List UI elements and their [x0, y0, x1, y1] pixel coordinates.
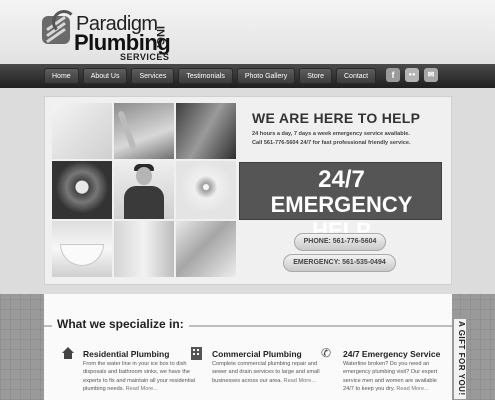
plumber-body-shape [124, 186, 164, 219]
logo-swoosh-icon [52, 10, 76, 34]
hero-subtitle: 24 hours a day, 7 days a week emergency … [252, 130, 444, 148]
nav-services[interactable]: Services [131, 68, 175, 84]
gift-tab-label: A GIFT FOR YOU! [457, 321, 466, 396]
hero-title: WE ARE HERE TO HELP [252, 110, 421, 126]
bathroom-fixtures-photo [52, 103, 112, 159]
nav-photo-gallery[interactable]: Photo Gallery [236, 68, 296, 84]
emergency-hours: 24/7 [318, 166, 365, 193]
logo-tagline: SERVICES [120, 52, 170, 62]
nav-store[interactable]: Store [299, 68, 332, 84]
site-header: Paradigm Plumbing INC. SERVICES [0, 0, 495, 64]
commercial-plumbing-description: Complete commercial plumbing repair and … [212, 360, 324, 385]
nav-testimonials[interactable]: Testimonials [178, 68, 233, 84]
flickr-icon[interactable]: ●● [405, 68, 419, 82]
main-nav: Home About Us Services Testimonials Phot… [44, 68, 377, 84]
sink-drain-photo [176, 161, 236, 219]
hero-subtitle-line-2: Call 561-776-5604 24/7 for fast professi… [252, 140, 411, 146]
emergency-help-panel: 24/7 EMERGENCY HELP [239, 162, 442, 243]
house-icon [62, 347, 74, 359]
pipe-repair-photo [114, 221, 174, 277]
emergency-service-description: Waterline broken? Do you need an emergen… [343, 360, 443, 393]
facebook-icon[interactable]: f [386, 68, 400, 82]
main-nav-bar: Home About Us Services Testimonials Phot… [0, 64, 495, 88]
residential-plumbing-link[interactable]: Residential Plumbing [83, 349, 169, 359]
chat-icon[interactable]: ✉ [424, 68, 438, 82]
residential-read-more-link[interactable]: Read More... [126, 386, 158, 392]
commercial-read-more-link[interactable]: Read More... [284, 378, 316, 384]
nav-about-us[interactable]: About Us [82, 68, 128, 84]
hero-subtitle-line-1: 24 hours a day, 7 days a week emergency … [252, 131, 410, 137]
pipe-wrench-photo [176, 103, 236, 159]
plumber-head-shape [136, 167, 152, 185]
logo-suffix: INC. [154, 26, 166, 48]
phone-number-button[interactable]: PHONE: 561-776-5604 [294, 233, 386, 251]
phone-icon: ✆ [321, 346, 332, 360]
logo[interactable]: Paradigm Plumbing INC. SERVICES [42, 10, 177, 62]
drain-pipe-photo [52, 161, 112, 219]
residential-plumbing-description: From the water line in your ice box to d… [83, 360, 195, 393]
nav-contact[interactable]: Contact [336, 68, 377, 84]
emergency-service-link[interactable]: 24/7 Emergency Service [343, 349, 440, 359]
services-heading: What we specialize in: [52, 317, 189, 331]
social-links: f ●● ✉ [386, 68, 438, 82]
nav-home[interactable]: Home [44, 68, 79, 84]
emergency-number-button[interactable]: EMERGENCY: 561-535-0494 [283, 254, 396, 272]
valve-photo [176, 221, 236, 277]
building-icon [191, 347, 202, 360]
emergency-read-more-link[interactable]: Read More... [396, 386, 428, 392]
commercial-plumbing-link[interactable]: Commercial Plumbing [212, 349, 302, 359]
gift-offer-tab[interactable]: A GIFT FOR YOU! [453, 318, 467, 400]
